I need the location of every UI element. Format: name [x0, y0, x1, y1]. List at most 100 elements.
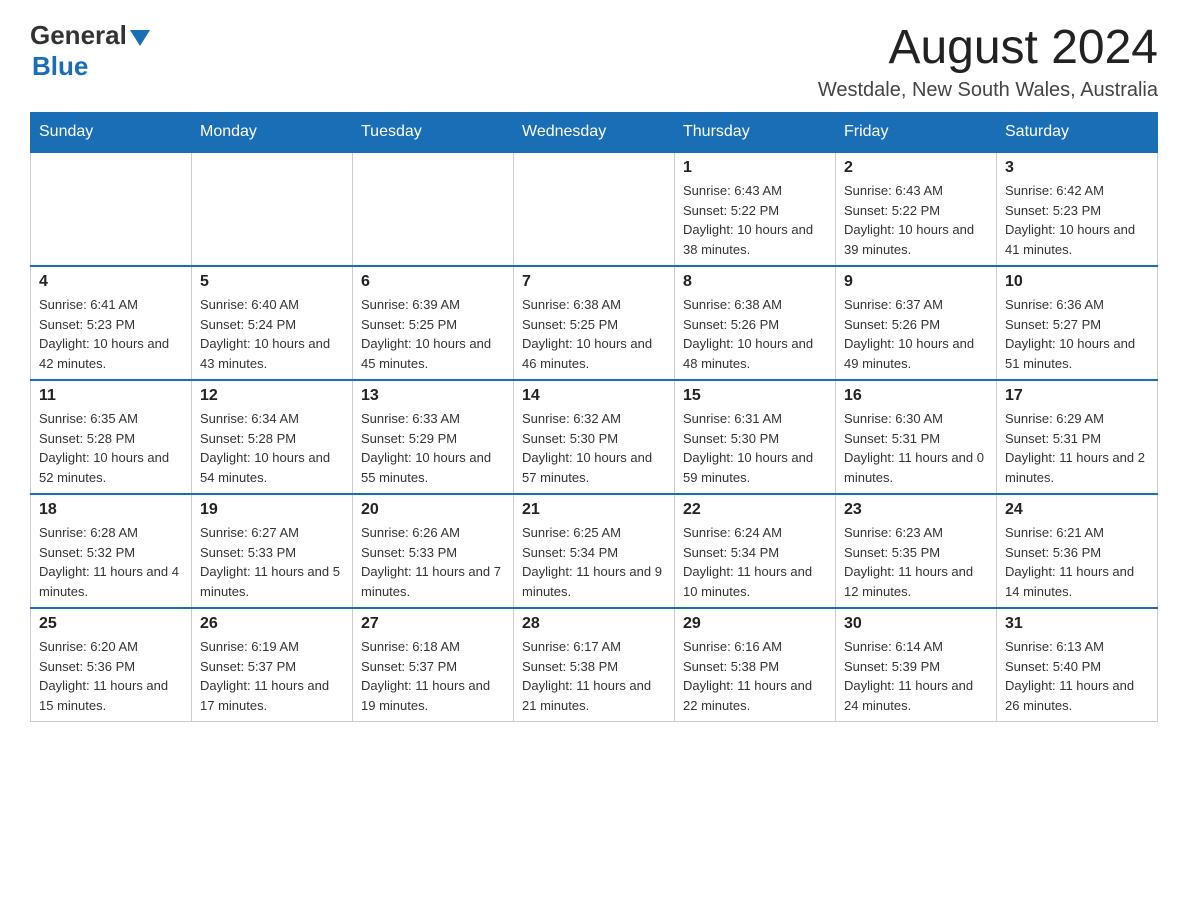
day-info: Sunrise: 6:21 AM Sunset: 5:36 PM Dayligh…	[1005, 523, 1149, 601]
day-number: 17	[1005, 387, 1149, 405]
day-number: 14	[522, 387, 666, 405]
column-header-saturday: Saturday	[997, 113, 1158, 153]
day-info: Sunrise: 6:35 AM Sunset: 5:28 PM Dayligh…	[39, 409, 183, 487]
calendar-header-row: SundayMondayTuesdayWednesdayThursdayFrid…	[31, 113, 1158, 153]
day-number: 1	[683, 159, 827, 177]
calendar-cell: 6 Sunrise: 6:39 AM Sunset: 5:25 PM Daylig…	[353, 266, 514, 380]
logo-triangle-icon	[130, 30, 150, 46]
day-number: 30	[844, 615, 988, 633]
calendar-cell: 25 Sunrise: 6:20 AM Sunset: 5:36 PM Dayli…	[31, 608, 192, 722]
logo: General Blue	[30, 20, 150, 82]
day-number: 6	[361, 273, 505, 291]
calendar-cell: 28 Sunrise: 6:17 AM Sunset: 5:38 PM Dayli…	[514, 608, 675, 722]
day-info: Sunrise: 6:26 AM Sunset: 5:33 PM Dayligh…	[361, 523, 505, 601]
day-number: 8	[683, 273, 827, 291]
day-info: Sunrise: 6:25 AM Sunset: 5:34 PM Dayligh…	[522, 523, 666, 601]
day-info: Sunrise: 6:19 AM Sunset: 5:37 PM Dayligh…	[200, 637, 344, 715]
calendar-cell: 27 Sunrise: 6:18 AM Sunset: 5:37 PM Dayli…	[353, 608, 514, 722]
day-number: 23	[844, 501, 988, 519]
day-number: 7	[522, 273, 666, 291]
calendar-cell: 7 Sunrise: 6:38 AM Sunset: 5:25 PM Daylig…	[514, 266, 675, 380]
day-number: 2	[844, 159, 988, 177]
day-info: Sunrise: 6:20 AM Sunset: 5:36 PM Dayligh…	[39, 637, 183, 715]
day-info: Sunrise: 6:32 AM Sunset: 5:30 PM Dayligh…	[522, 409, 666, 487]
column-header-tuesday: Tuesday	[353, 113, 514, 153]
calendar-cell: 18Sunrise: 6:28 AM Sunset: 5:32 PM Dayli…	[31, 494, 192, 608]
calendar-cell: 2 Sunrise: 6:43 AM Sunset: 5:22 PM Daylig…	[836, 152, 997, 266]
day-number: 11	[39, 387, 183, 405]
calendar-week-4: 18Sunrise: 6:28 AM Sunset: 5:32 PM Dayli…	[31, 494, 1158, 608]
day-info: Sunrise: 6:29 AM Sunset: 5:31 PM Dayligh…	[1005, 409, 1149, 487]
calendar-cell: 4 Sunrise: 6:41 AM Sunset: 5:23 PM Daylig…	[31, 266, 192, 380]
calendar-cell: 16Sunrise: 6:30 AM Sunset: 5:31 PM Dayli…	[836, 380, 997, 494]
day-info: Sunrise: 6:13 AM Sunset: 5:40 PM Dayligh…	[1005, 637, 1149, 715]
day-number: 5	[200, 273, 344, 291]
calendar-cell: 12 Sunrise: 6:34 AM Sunset: 5:28 PM Dayli…	[192, 380, 353, 494]
day-number: 27	[361, 615, 505, 633]
day-info: Sunrise: 6:41 AM Sunset: 5:23 PM Dayligh…	[39, 295, 183, 373]
day-info: Sunrise: 6:38 AM Sunset: 5:25 PM Dayligh…	[522, 295, 666, 373]
calendar-cell: 5 Sunrise: 6:40 AM Sunset: 5:24 PM Daylig…	[192, 266, 353, 380]
calendar-cell: 15Sunrise: 6:31 AM Sunset: 5:30 PM Dayli…	[675, 380, 836, 494]
calendar-cell	[514, 152, 675, 266]
calendar-week-2: 4 Sunrise: 6:41 AM Sunset: 5:23 PM Daylig…	[31, 266, 1158, 380]
day-number: 18	[39, 501, 183, 519]
day-info: Sunrise: 6:16 AM Sunset: 5:38 PM Dayligh…	[683, 637, 827, 715]
location-title: Westdale, New South Wales, Australia	[818, 79, 1158, 102]
calendar-cell	[353, 152, 514, 266]
calendar-cell: 9 Sunrise: 6:37 AM Sunset: 5:26 PM Daylig…	[836, 266, 997, 380]
day-number: 20	[361, 501, 505, 519]
day-info: Sunrise: 6:14 AM Sunset: 5:39 PM Dayligh…	[844, 637, 988, 715]
day-info: Sunrise: 6:18 AM Sunset: 5:37 PM Dayligh…	[361, 637, 505, 715]
day-number: 13	[361, 387, 505, 405]
calendar-cell: 24Sunrise: 6:21 AM Sunset: 5:36 PM Dayli…	[997, 494, 1158, 608]
title-section: August 2024 Westdale, New South Wales, A…	[818, 20, 1158, 102]
day-info: Sunrise: 6:27 AM Sunset: 5:33 PM Dayligh…	[200, 523, 344, 601]
column-header-sunday: Sunday	[31, 113, 192, 153]
calendar-cell: 1 Sunrise: 6:43 AM Sunset: 5:22 PM Daylig…	[675, 152, 836, 266]
calendar-cell: 19 Sunrise: 6:27 AM Sunset: 5:33 PM Dayli…	[192, 494, 353, 608]
calendar-cell: 23 Sunrise: 6:23 AM Sunset: 5:35 PM Dayli…	[836, 494, 997, 608]
logo-general: General	[30, 20, 127, 51]
day-info: Sunrise: 6:34 AM Sunset: 5:28 PM Dayligh…	[200, 409, 344, 487]
day-info: Sunrise: 6:42 AM Sunset: 5:23 PM Dayligh…	[1005, 181, 1149, 259]
day-info: Sunrise: 6:24 AM Sunset: 5:34 PM Dayligh…	[683, 523, 827, 601]
day-info: Sunrise: 6:40 AM Sunset: 5:24 PM Dayligh…	[200, 295, 344, 373]
day-number: 12	[200, 387, 344, 405]
calendar-cell	[192, 152, 353, 266]
day-number: 25	[39, 615, 183, 633]
calendar-cell: 17 Sunrise: 6:29 AM Sunset: 5:31 PM Dayli…	[997, 380, 1158, 494]
day-info: Sunrise: 6:17 AM Sunset: 5:38 PM Dayligh…	[522, 637, 666, 715]
day-number: 9	[844, 273, 988, 291]
day-info: Sunrise: 6:23 AM Sunset: 5:35 PM Dayligh…	[844, 523, 988, 601]
page-header: General Blue August 2024 Westdale, New S…	[30, 20, 1158, 102]
day-info: Sunrise: 6:33 AM Sunset: 5:29 PM Dayligh…	[361, 409, 505, 487]
day-info: Sunrise: 6:37 AM Sunset: 5:26 PM Dayligh…	[844, 295, 988, 373]
day-number: 28	[522, 615, 666, 633]
calendar-cell: 20 Sunrise: 6:26 AM Sunset: 5:33 PM Dayli…	[353, 494, 514, 608]
calendar-cell: 14 Sunrise: 6:32 AM Sunset: 5:30 PM Dayli…	[514, 380, 675, 494]
day-info: Sunrise: 6:43 AM Sunset: 5:22 PM Dayligh…	[683, 181, 827, 259]
month-title: August 2024	[818, 20, 1158, 75]
logo-blue: Blue	[32, 51, 88, 82]
calendar-cell: 3 Sunrise: 6:42 AM Sunset: 5:23 PM Daylig…	[997, 152, 1158, 266]
day-info: Sunrise: 6:38 AM Sunset: 5:26 PM Dayligh…	[683, 295, 827, 373]
calendar-cell	[31, 152, 192, 266]
calendar-cell: 29Sunrise: 6:16 AM Sunset: 5:38 PM Dayli…	[675, 608, 836, 722]
day-number: 4	[39, 273, 183, 291]
day-info: Sunrise: 6:43 AM Sunset: 5:22 PM Dayligh…	[844, 181, 988, 259]
calendar-cell: 8 Sunrise: 6:38 AM Sunset: 5:26 PM Daylig…	[675, 266, 836, 380]
day-number: 22	[683, 501, 827, 519]
calendar-cell: 22 Sunrise: 6:24 AM Sunset: 5:34 PM Dayli…	[675, 494, 836, 608]
day-number: 16	[844, 387, 988, 405]
day-info: Sunrise: 6:39 AM Sunset: 5:25 PM Dayligh…	[361, 295, 505, 373]
day-number: 19	[200, 501, 344, 519]
day-info: Sunrise: 6:36 AM Sunset: 5:27 PM Dayligh…	[1005, 295, 1149, 373]
calendar-cell: 13 Sunrise: 6:33 AM Sunset: 5:29 PM Dayli…	[353, 380, 514, 494]
column-header-friday: Friday	[836, 113, 997, 153]
calendar-cell: 21Sunrise: 6:25 AM Sunset: 5:34 PM Dayli…	[514, 494, 675, 608]
calendar-cell: 26Sunrise: 6:19 AM Sunset: 5:37 PM Dayli…	[192, 608, 353, 722]
day-number: 3	[1005, 159, 1149, 177]
column-header-monday: Monday	[192, 113, 353, 153]
day-number: 10	[1005, 273, 1149, 291]
